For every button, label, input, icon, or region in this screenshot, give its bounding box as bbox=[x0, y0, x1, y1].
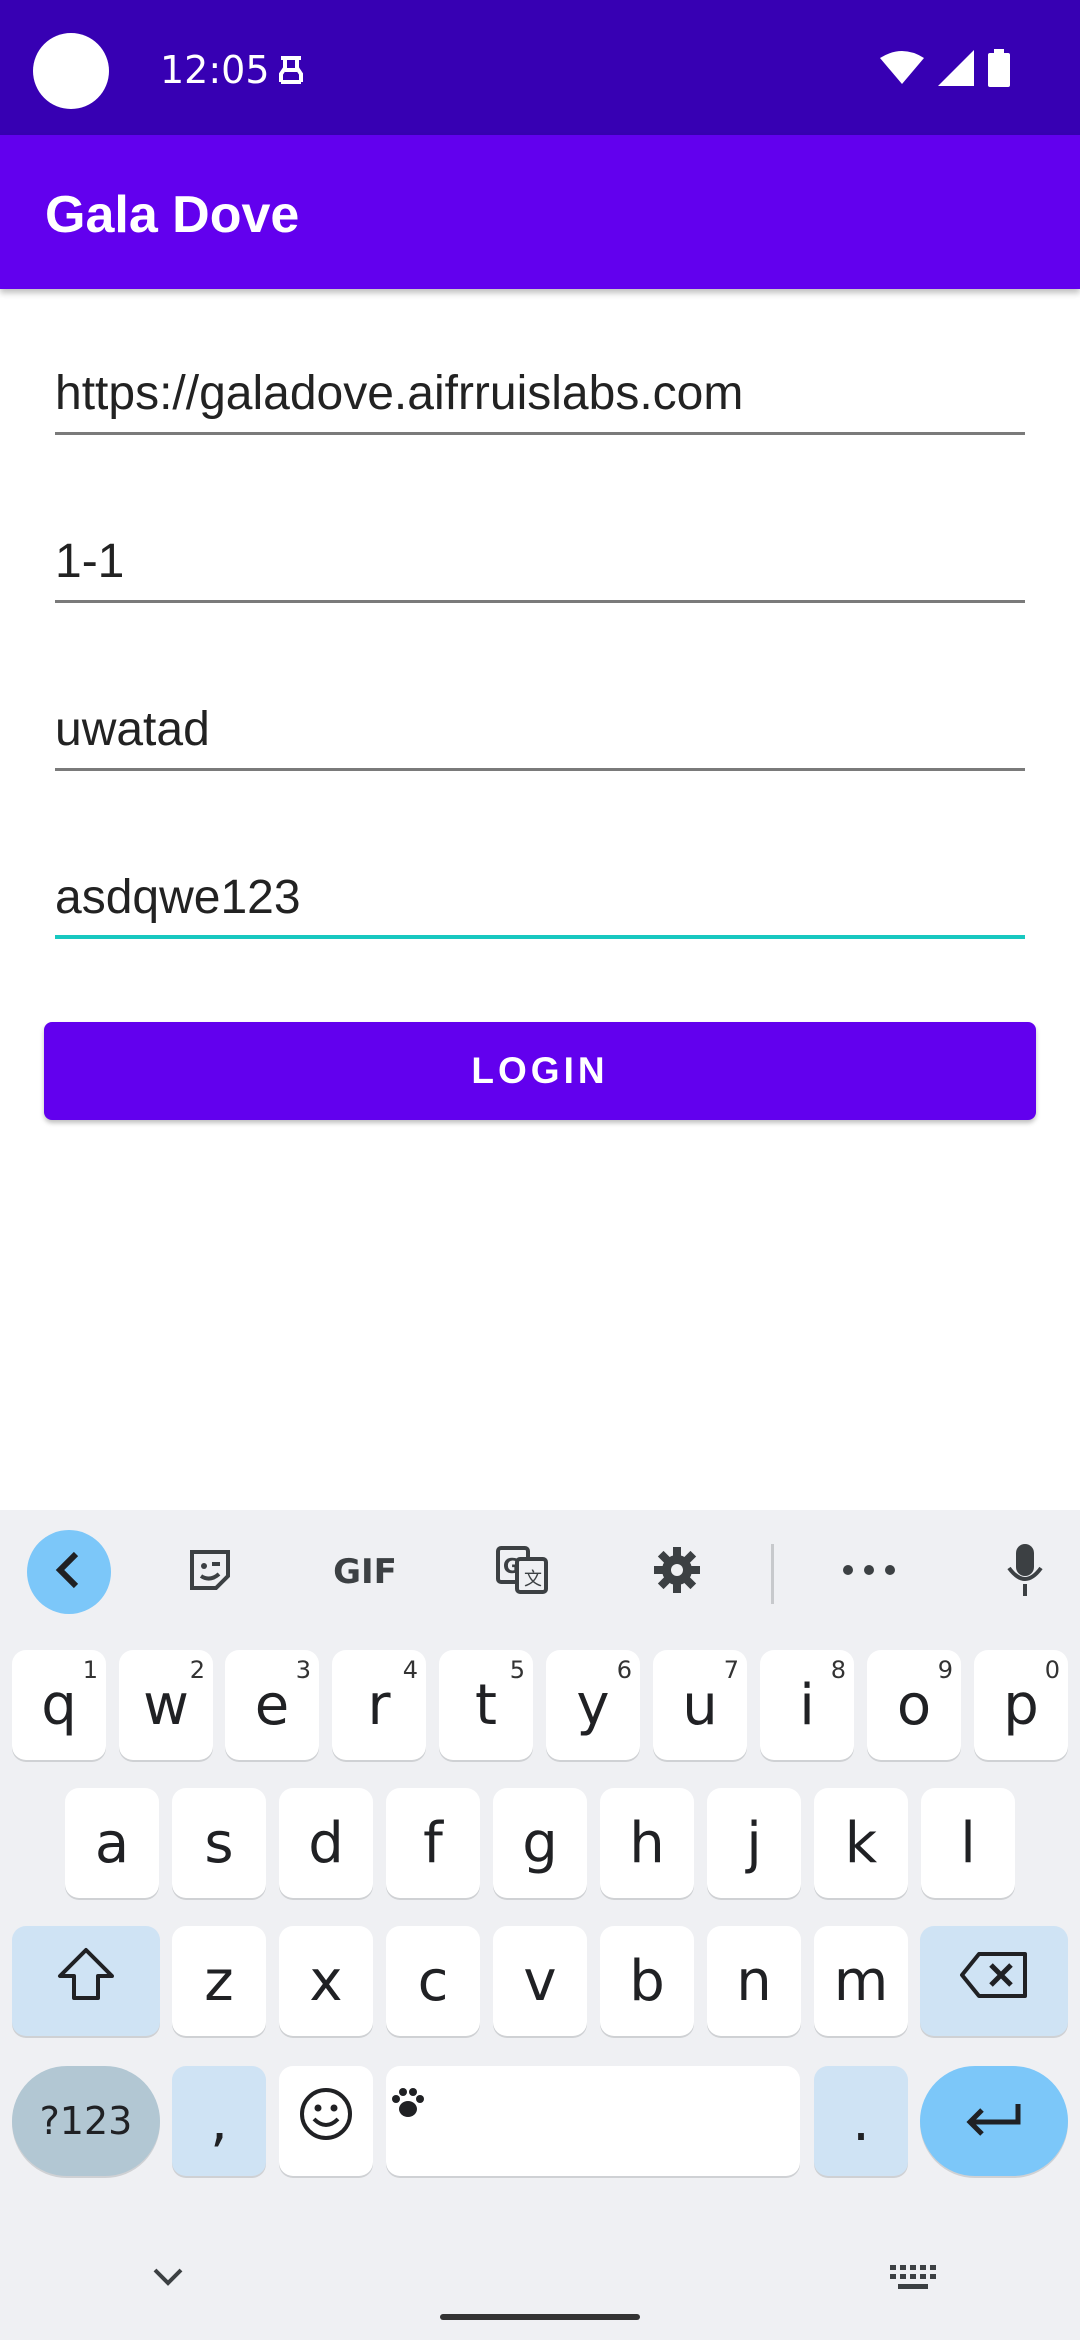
key-q[interactable]: q1 bbox=[12, 1650, 106, 1760]
login-button[interactable]: LOGIN bbox=[44, 1022, 1036, 1120]
sticker-icon bbox=[186, 1546, 234, 1599]
battery-icon bbox=[988, 48, 1010, 92]
keyboard-switch-icon[interactable] bbox=[890, 2265, 936, 2296]
key-label: r bbox=[367, 1672, 391, 1738]
key-r[interactable]: r4 bbox=[332, 1650, 426, 1760]
key-x[interactable]: x bbox=[279, 1926, 373, 2036]
key-hint: 3 bbox=[295, 1656, 311, 1684]
key-g[interactable]: g bbox=[493, 1788, 587, 1898]
key-b[interactable]: b bbox=[600, 1926, 694, 2036]
symbols-key[interactable]: ?123 bbox=[12, 2066, 160, 2176]
backspace-icon bbox=[959, 1949, 1029, 2014]
signal-icon bbox=[938, 49, 974, 91]
paw-icon bbox=[390, 2068, 426, 2133]
key-v[interactable]: v bbox=[493, 1926, 587, 2036]
keyboard-toolbar: GIF G文 bbox=[0, 1510, 1080, 1635]
key-hint: 5 bbox=[509, 1656, 525, 1684]
key-u[interactable]: u7 bbox=[653, 1650, 747, 1760]
key-hint: 7 bbox=[723, 1656, 739, 1684]
key-label: p bbox=[1003, 1672, 1039, 1738]
key-d[interactable]: d bbox=[279, 1788, 373, 1898]
voice-input-button[interactable] bbox=[995, 1530, 1055, 1614]
key-p[interactable]: p0 bbox=[974, 1650, 1068, 1760]
more-button[interactable] bbox=[836, 1530, 902, 1614]
enter-icon bbox=[964, 2089, 1024, 2154]
key-hint: 4 bbox=[402, 1656, 418, 1684]
space-key[interactable] bbox=[386, 2066, 800, 2176]
username-field[interactable] bbox=[55, 691, 1025, 771]
field-two-input[interactable] bbox=[55, 523, 1025, 599]
shift-icon bbox=[56, 1946, 116, 2016]
key-hint: 2 bbox=[189, 1656, 205, 1684]
key-c[interactable]: c bbox=[386, 1926, 480, 2036]
key-e[interactable]: e3 bbox=[225, 1650, 319, 1760]
key-hint: 8 bbox=[830, 1656, 846, 1684]
key-label: i bbox=[799, 1672, 815, 1738]
key-y[interactable]: y6 bbox=[546, 1650, 640, 1760]
server-url-field[interactable] bbox=[55, 355, 1025, 435]
key-hint: 6 bbox=[616, 1656, 632, 1684]
comma-key[interactable]: , bbox=[172, 2066, 266, 2176]
key-w[interactable]: w2 bbox=[119, 1650, 213, 1760]
key-a[interactable]: a bbox=[65, 1788, 159, 1898]
key-z[interactable]: z bbox=[172, 1926, 266, 2036]
status-time: 12:05 bbox=[160, 48, 270, 92]
svg-text:文: 文 bbox=[524, 1569, 542, 1590]
gear-icon bbox=[652, 1545, 702, 1600]
key-label: q bbox=[41, 1672, 77, 1738]
password-input[interactable] bbox=[55, 859, 1025, 935]
server-url-input[interactable] bbox=[55, 355, 1025, 431]
settings-button[interactable] bbox=[645, 1530, 709, 1614]
backspace-key[interactable] bbox=[920, 1926, 1068, 2036]
key-f[interactable]: f bbox=[386, 1788, 480, 1898]
key-j[interactable]: j bbox=[707, 1788, 801, 1898]
chevron-down-icon[interactable] bbox=[152, 2267, 184, 2292]
navigation-bar bbox=[0, 2215, 1080, 2340]
key-h[interactable]: h bbox=[600, 1788, 694, 1898]
wifi-icon bbox=[880, 50, 924, 91]
key-o[interactable]: o9 bbox=[867, 1650, 961, 1760]
key-k[interactable]: k bbox=[814, 1788, 908, 1898]
more-horizontal-icon bbox=[842, 1563, 896, 1581]
camera-cutout bbox=[33, 33, 109, 109]
gif-button[interactable]: GIF bbox=[322, 1530, 408, 1614]
toolbar-back-button[interactable] bbox=[27, 1530, 111, 1614]
key-hint: 0 bbox=[1044, 1656, 1060, 1684]
data-saver-icon bbox=[275, 50, 307, 90]
status-bar: 12:05 bbox=[0, 0, 1080, 135]
key-l[interactable]: l bbox=[921, 1788, 1015, 1898]
emoji-key[interactable] bbox=[279, 2066, 373, 2176]
key-label: t bbox=[475, 1672, 497, 1738]
app-bar: Gala Dove bbox=[0, 135, 1080, 289]
translate-icon: G文 bbox=[495, 1545, 549, 1600]
period-key[interactable]: . bbox=[814, 2066, 908, 2176]
key-t[interactable]: t5 bbox=[439, 1650, 533, 1760]
translate-button[interactable]: G文 bbox=[490, 1530, 554, 1614]
svg-text:G: G bbox=[503, 1554, 519, 1578]
shift-key[interactable] bbox=[12, 1926, 160, 2036]
key-label: u bbox=[682, 1672, 718, 1738]
home-gesture-bar[interactable] bbox=[440, 2314, 640, 2320]
emoji-icon bbox=[298, 2086, 354, 2156]
toolbar-divider bbox=[771, 1544, 774, 1604]
key-m[interactable]: m bbox=[814, 1926, 908, 2036]
sticker-button[interactable] bbox=[178, 1530, 242, 1614]
key-label: e bbox=[254, 1672, 290, 1738]
chevron-left-icon bbox=[52, 1550, 86, 1595]
key-hint: 1 bbox=[82, 1656, 98, 1684]
field-two[interactable] bbox=[55, 523, 1025, 603]
password-field[interactable] bbox=[55, 859, 1025, 939]
key-label: o bbox=[896, 1672, 932, 1738]
key-label: y bbox=[576, 1672, 610, 1738]
key-n[interactable]: n bbox=[707, 1926, 801, 2036]
key-hint: 9 bbox=[937, 1656, 953, 1684]
status-icons bbox=[880, 48, 1010, 92]
enter-key[interactable] bbox=[920, 2066, 1068, 2176]
key-i[interactable]: i8 bbox=[760, 1650, 854, 1760]
app-title: Gala Dove bbox=[45, 186, 300, 244]
username-input[interactable] bbox=[55, 691, 1025, 767]
key-s[interactable]: s bbox=[172, 1788, 266, 1898]
key-label: w bbox=[143, 1672, 189, 1738]
microphone-icon bbox=[1005, 1542, 1045, 1603]
